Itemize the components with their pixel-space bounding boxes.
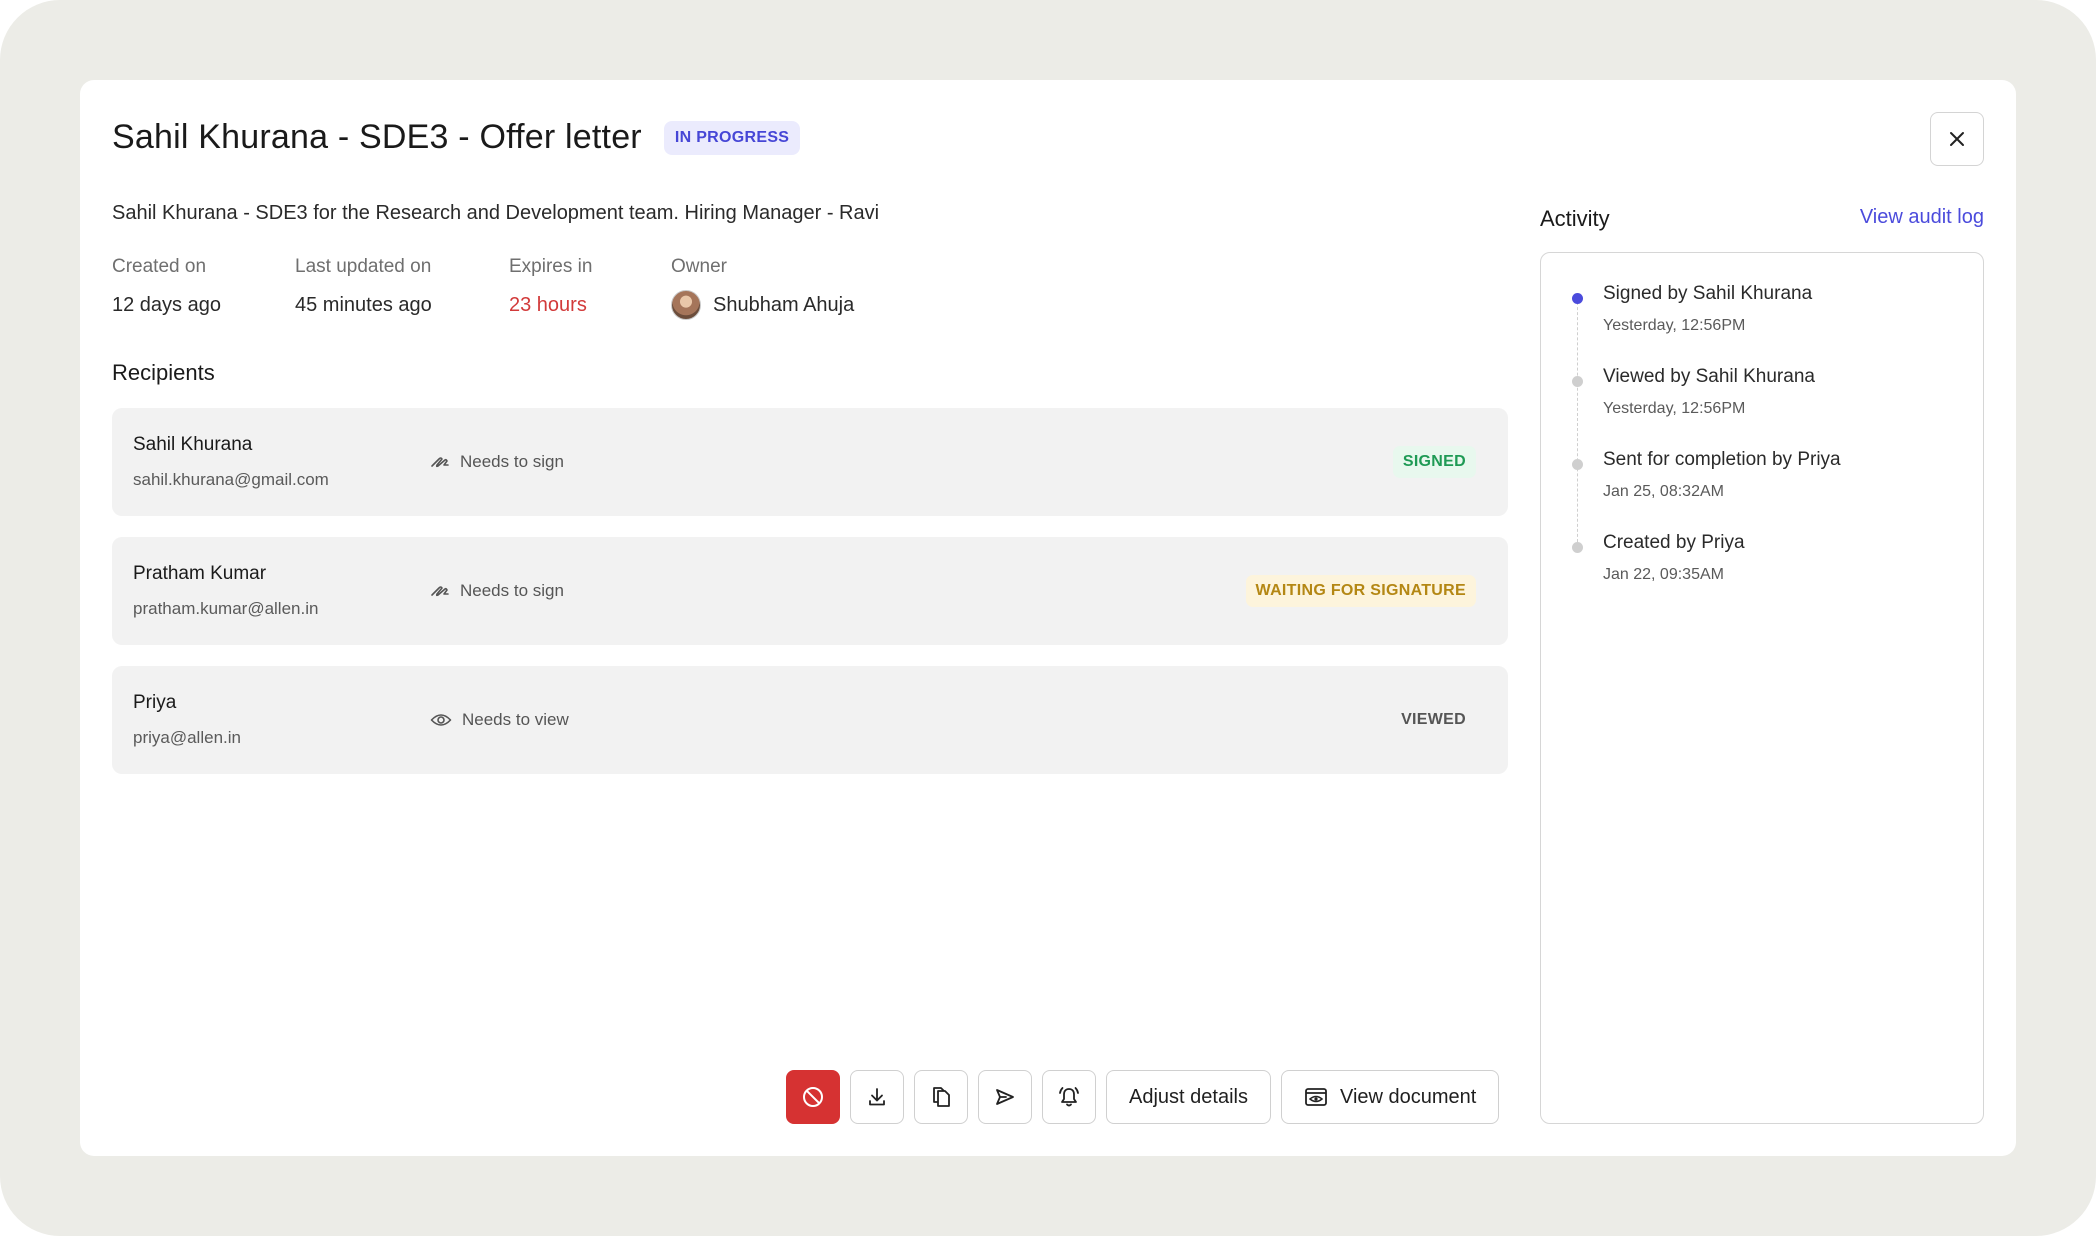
meta-owner: Owner Shubham Ahuja [671,256,854,320]
created-label: Created on [112,256,207,277]
copy-icon [933,1087,950,1107]
signature-icon [431,457,449,468]
recipient-card: Priya priya@allen.in Needs to view VIEWE… [112,666,1508,774]
expires-label: Expires in [509,256,593,277]
activity-time: Yesterday, 12:56PM [1603,400,1746,417]
timeline-dot [1572,542,1583,553]
document-details-modal: Sahil Khurana - SDE3 - Offer letter IN P… [80,80,2016,1156]
document-preview-icon [1305,1088,1327,1106]
ban-icon [803,1087,823,1107]
document-meta: Created on 12 days ago Last updated on 4… [112,256,854,320]
activity-text: Sent for completion by Priya [1603,449,1841,470]
recipient-role: Needs to sign [430,452,564,472]
activity-heading: Activity [1540,206,1610,231]
recipient-status-badge: WAITING FOR SIGNATURE [1245,575,1476,607]
download-button[interactable] [850,1070,904,1124]
recipient-status-badge: SIGNED [1392,446,1476,478]
activity-time: Jan 22, 09:35AM [1603,566,1724,583]
remind-button[interactable] [1042,1070,1096,1124]
send-icon [996,1089,1014,1105]
view-document-label: View document [1339,1085,1477,1108]
void-button[interactable] [786,1070,840,1124]
timeline-connector [1577,297,1578,547]
recipient-role-label: Needs to sign [460,452,564,471]
download-icon [869,1088,885,1106]
updated-value: 45 minutes ago [295,294,432,316]
owner-label: Owner [671,256,727,277]
updated-label: Last updated on [295,256,432,277]
timeline-dot [1572,293,1583,304]
timeline-dot [1572,459,1583,470]
recipient-email: sahil.khurana@gmail.com [133,470,329,489]
eye-icon [430,714,452,726]
owner-name: Shubham Ahuja [713,293,855,316]
close-icon [1950,132,1964,146]
bell-ring-icon [1059,1087,1079,1107]
signature-icon [431,586,449,597]
recipient-role: Needs to sign [430,581,564,601]
copy-button[interactable] [914,1070,968,1124]
recipient-card: Pratham Kumar pratham.kumar@allen.in Nee… [112,537,1508,645]
activity-text: Signed by Sahil Khurana [1603,283,1813,304]
action-toolbar: Adjust details View document [786,1070,1500,1124]
avatar [671,290,701,320]
activity-time: Yesterday, 12:56PM [1603,317,1746,334]
status-badge: IN PROGRESS [663,120,801,155]
adjust-details-label: Adjust details [1129,1085,1248,1108]
activity-text: Viewed by Sahil Khurana [1603,366,1815,387]
recipient-role: Needs to view [430,710,569,730]
document-description: Sahil Khurana - SDE3 for the Research an… [112,202,880,224]
owner: Shubham Ahuja [671,290,854,320]
recipient-status-badge: VIEWED [1401,711,1466,728]
page-title: Sahil Khurana - SDE3 - Offer letter [112,118,642,156]
meta-created: Created on 12 days ago [112,256,295,320]
expires-value: 23 hours [509,294,587,316]
activity-text: Created by Priya [1603,532,1745,553]
view-document-button[interactable]: View document [1280,1070,1500,1124]
activity-time: Jan 25, 08:32AM [1603,483,1724,500]
recipient-role-label: Needs to view [462,710,569,729]
recipient-role-label: Needs to sign [460,581,564,600]
meta-expires: Expires in 23 hours [509,256,671,320]
title-row: Sahil Khurana - SDE3 - Offer letter IN P… [112,118,801,157]
recipient-name: Pratham Kumar [133,563,267,584]
send-button[interactable] [978,1070,1032,1124]
meta-updated: Last updated on 45 minutes ago [295,256,509,320]
close-button[interactable] [1930,112,1984,166]
timeline-dot [1572,376,1583,387]
adjust-details-button[interactable]: Adjust details [1106,1070,1271,1124]
recipient-email: pratham.kumar@allen.in [133,599,319,618]
recipient-card: Sahil Khurana sahil.khurana@gmail.com Ne… [112,408,1508,516]
recipients-heading: Recipients [112,360,215,385]
view-audit-log-link[interactable]: View audit log [1860,206,1984,229]
recipient-name: Priya [133,692,177,713]
recipient-email: priya@allen.in [133,728,241,747]
created-value: 12 days ago [112,294,221,316]
activity-timeline: Signed by Sahil Khurana Yesterday, 12:56… [1540,252,1984,1124]
recipient-name: Sahil Khurana [133,434,253,455]
